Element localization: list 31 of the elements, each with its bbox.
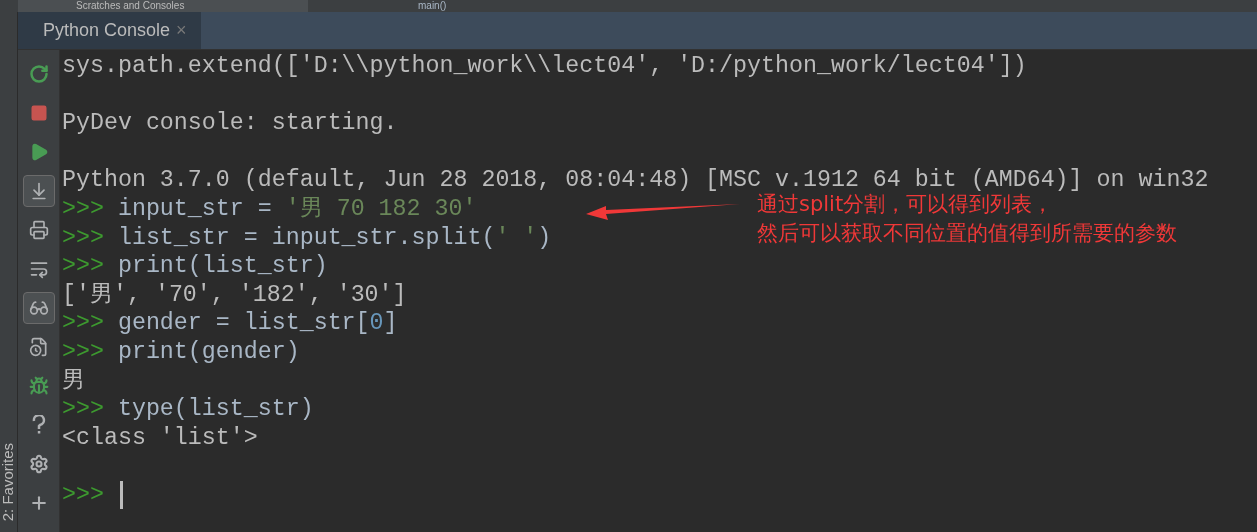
console-line: Python 3.7.0 (default, Jun 28 2018, 08:04:48) [MSC v.1912 64 bit (AMD64)] on win32 — [62, 166, 1209, 194]
input-prompt: >>> — [62, 480, 104, 510]
console-line: >>> print(list_str) — [62, 252, 328, 281]
print-icon — [28, 220, 49, 240]
console-line: PyDev console: starting. — [62, 109, 398, 138]
bug-icon — [28, 376, 49, 396]
console-line: >>> print(gender) — [62, 337, 300, 367]
stop-icon — [29, 104, 48, 122]
console-line: ['男', '70', '182', '30'] — [62, 280, 407, 310]
settings-icon — [28, 454, 49, 474]
console-line: >>> type(list_str) — [62, 395, 314, 424]
glasses-icon — [28, 298, 49, 318]
console-line: >>> input_str = '男 70 182 30' — [62, 194, 477, 224]
console-line: sys.path.extend(['D:\\python_work\\lect04', 'D:/python_work/lect04']) — [62, 52, 1027, 81]
toolbar-button[interactable] — [22, 292, 55, 324]
console-tab[interactable]: Python Console × — [18, 12, 201, 49]
history-icon — [28, 337, 49, 357]
rerun-icon — [28, 64, 49, 84]
toolbar-button[interactable] — [22, 175, 55, 207]
favorites-tab[interactable]: 2: Favorites — [0, 424, 20, 521]
text-cursor[interactable] — [119, 481, 123, 510]
annotation: 通过split分割，可以得到列表， 然后可以获取不同位置的值得到所需要的参数 — [757, 191, 1177, 247]
editor-text: main() — [418, 0, 447, 12]
console-line: >>> gender = list_str[0] — [62, 309, 398, 338]
console-line: <class 'list'> — [62, 423, 258, 453]
tab-label: Python Console — [43, 19, 171, 42]
console-line: >>> list_str = input_str.split(' ') — [62, 223, 552, 253]
soft-wrap-icon — [28, 259, 49, 279]
console-line: 男 — [62, 366, 85, 396]
help-icon — [31, 415, 46, 435]
tree-item[interactable]: Scratches and Consoles — [18, 0, 308, 12]
